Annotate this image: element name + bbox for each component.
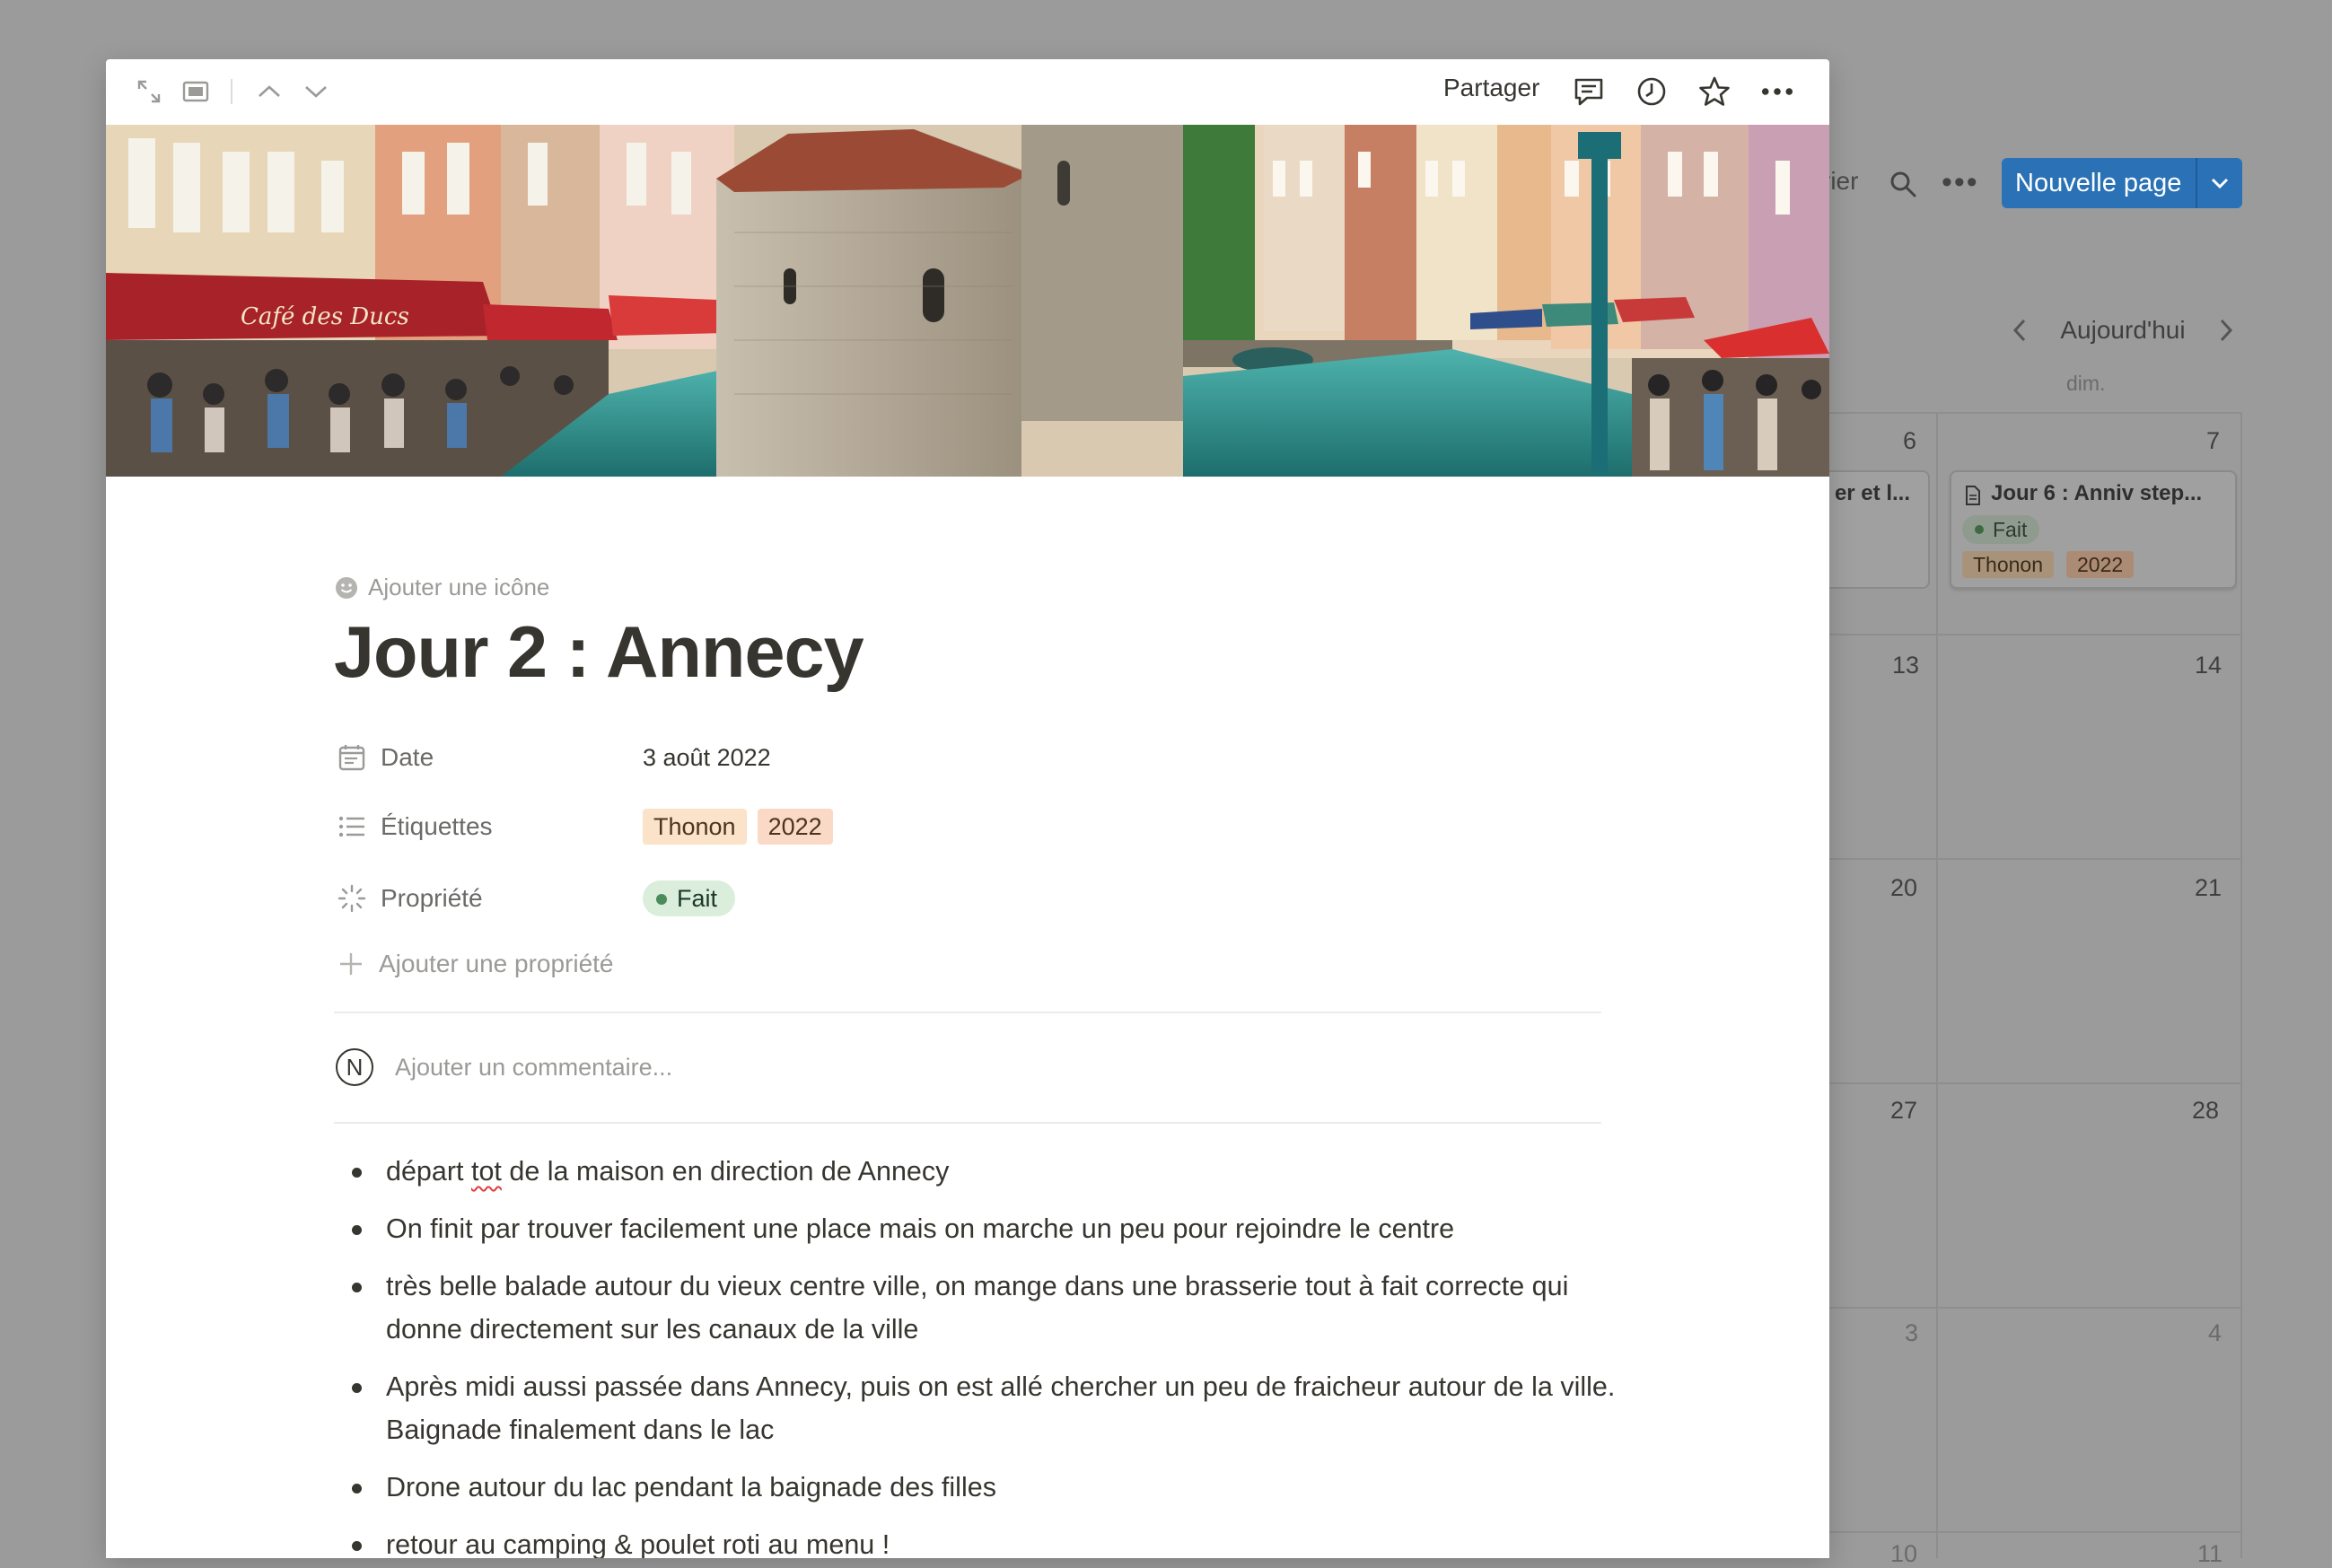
- comment-input[interactable]: Ajouter un commentaire...: [395, 1054, 672, 1082]
- calendar-card[interactable]: Jour 6 : Anniv step... Fait Thonon 2022: [1950, 470, 2237, 589]
- status-icon: [336, 882, 368, 915]
- property-tags[interactable]: Étiquettes Thonon 2022: [334, 803, 1591, 850]
- calendar-icon: [336, 741, 368, 774]
- property-value[interactable]: Thonon 2022: [643, 809, 833, 845]
- property-value[interactable]: Fait: [643, 880, 736, 916]
- history-clock-icon[interactable]: [1635, 75, 1668, 108]
- calendar-date[interactable]: 3: [1905, 1319, 1918, 1347]
- share-button[interactable]: Partager: [1443, 74, 1539, 102]
- card-title: er et l...: [1834, 481, 1910, 505]
- today-button[interactable]: Aujourd'hui: [2060, 316, 2185, 345]
- calendar-date[interactable]: 4: [2208, 1319, 2222, 1347]
- chevron-right-icon[interactable]: [2215, 317, 2235, 344]
- add-property-button[interactable]: Ajouter une propriété: [334, 950, 614, 978]
- cover-image[interactable]: Café des Ducs: [106, 125, 1829, 477]
- grid-line: [1936, 412, 1938, 1558]
- expand-icon[interactable]: [133, 75, 165, 108]
- list-item[interactable]: On finit par trouver facilement une plac…: [334, 1207, 1617, 1250]
- grid-line: [2240, 412, 2242, 1558]
- status-badge: Fait: [1962, 515, 2040, 544]
- spellcheck-word: tot: [470, 1156, 502, 1187]
- side-peek-icon[interactable]: [180, 75, 212, 108]
- calendar-date[interactable]: 10: [1890, 1540, 1917, 1568]
- page-icon: [1966, 486, 1980, 505]
- avatar: N: [336, 1048, 373, 1086]
- grid-line: [1829, 1307, 2242, 1309]
- property-name: Propriété: [381, 884, 483, 912]
- status-dot: [656, 894, 667, 905]
- property-name: Étiquettes: [381, 812, 493, 840]
- status-badge: Fait: [643, 880, 736, 916]
- list-item[interactable]: départ tot de la maison en direction de …: [334, 1150, 1617, 1193]
- tag-badge: Thonon: [1962, 551, 2055, 578]
- svg-text:Café des Ducs: Café des Ducs: [241, 303, 409, 330]
- calendar-date[interactable]: 21: [2195, 874, 2222, 902]
- modal-topbar: Partager: [106, 59, 1829, 125]
- toolbar-divider: [231, 79, 232, 104]
- chevron-down-icon[interactable]: [2197, 177, 2242, 189]
- list-icon: [336, 810, 368, 843]
- status-label: Fait: [677, 885, 718, 912]
- plus-icon: [340, 953, 362, 975]
- add-icon-label: Ajouter une icône: [368, 574, 550, 600]
- grid-line: [1829, 634, 2242, 635]
- property-value[interactable]: 3 août 2022: [643, 744, 771, 772]
- tag-badge: 2022: [2066, 551, 2135, 578]
- divider: [334, 1012, 1601, 1013]
- list-item[interactable]: Après midi aussi passée dans Annecy, pui…: [334, 1365, 1617, 1451]
- comment-icon[interactable]: [1573, 75, 1605, 108]
- chevron-down-icon[interactable]: [300, 75, 332, 108]
- calendar-date[interactable]: 13: [1892, 652, 1919, 679]
- calendar-date[interactable]: 27: [1890, 1097, 1917, 1125]
- calendar-date[interactable]: 6: [1903, 427, 1916, 455]
- page-title[interactable]: Jour 2 : Annecy: [334, 611, 864, 695]
- calendar-date[interactable]: 14: [2195, 652, 2222, 679]
- calendar-date[interactable]: 28: [2192, 1097, 2219, 1125]
- property-name: Date: [381, 743, 434, 771]
- property-date[interactable]: Date 3 août 2022: [334, 734, 1591, 781]
- add-property-label: Ajouter une propriété: [379, 950, 614, 977]
- add-icon-button[interactable]: Ajouter une icône: [334, 574, 549, 601]
- date-navigation: Aujourd'hui: [2011, 311, 2235, 350]
- more-horizontal-icon[interactable]: [1761, 75, 1793, 108]
- grid-line: [1829, 1531, 2242, 1533]
- smiley-icon: [336, 576, 357, 599]
- more-horizontal-icon[interactable]: •••: [1942, 167, 1979, 197]
- calendar-date[interactable]: 11: [2197, 1540, 2222, 1568]
- list-item[interactable]: Drone autour du lac pendant la baignade …: [334, 1466, 1617, 1509]
- property-status[interactable]: Propriété Fait: [334, 875, 1591, 922]
- day-header: dim.: [2066, 372, 2106, 395]
- chevron-left-icon[interactable]: [2011, 317, 2030, 344]
- tag-badge: Thonon: [643, 809, 747, 845]
- grid-line: [1829, 858, 2242, 860]
- new-page-label: Nouvelle page: [2015, 168, 2182, 197]
- list-item[interactable]: très belle balade autour du vieux centre…: [334, 1265, 1617, 1351]
- comment-row[interactable]: N Ajouter un commentaire...: [334, 1048, 672, 1086]
- list-item[interactable]: retour au camping & poulet roti au menu …: [334, 1523, 1617, 1558]
- new-page-button[interactable]: Nouvelle page: [2002, 158, 2242, 208]
- star-icon[interactable]: [1698, 75, 1731, 108]
- search-icon[interactable]: [1888, 169, 1918, 199]
- chevron-up-icon[interactable]: [253, 75, 285, 108]
- calendar-date[interactable]: 7: [2206, 427, 2220, 455]
- bullet-list: départ tot de la maison en direction de …: [334, 1150, 1617, 1558]
- grid-line: [1829, 1082, 2242, 1084]
- calendar-date[interactable]: 20: [1890, 874, 1917, 902]
- card-title: Jour 6 : Anniv step...: [1991, 481, 2203, 505]
- divider: [334, 1122, 1601, 1124]
- page-modal: Partager Café des Ducs Ajouter une icône…: [106, 59, 1829, 1558]
- tag-badge: 2022: [757, 809, 833, 845]
- grid-line: [1829, 412, 2242, 414]
- spellcheck-word: roti: [722, 1529, 761, 1558]
